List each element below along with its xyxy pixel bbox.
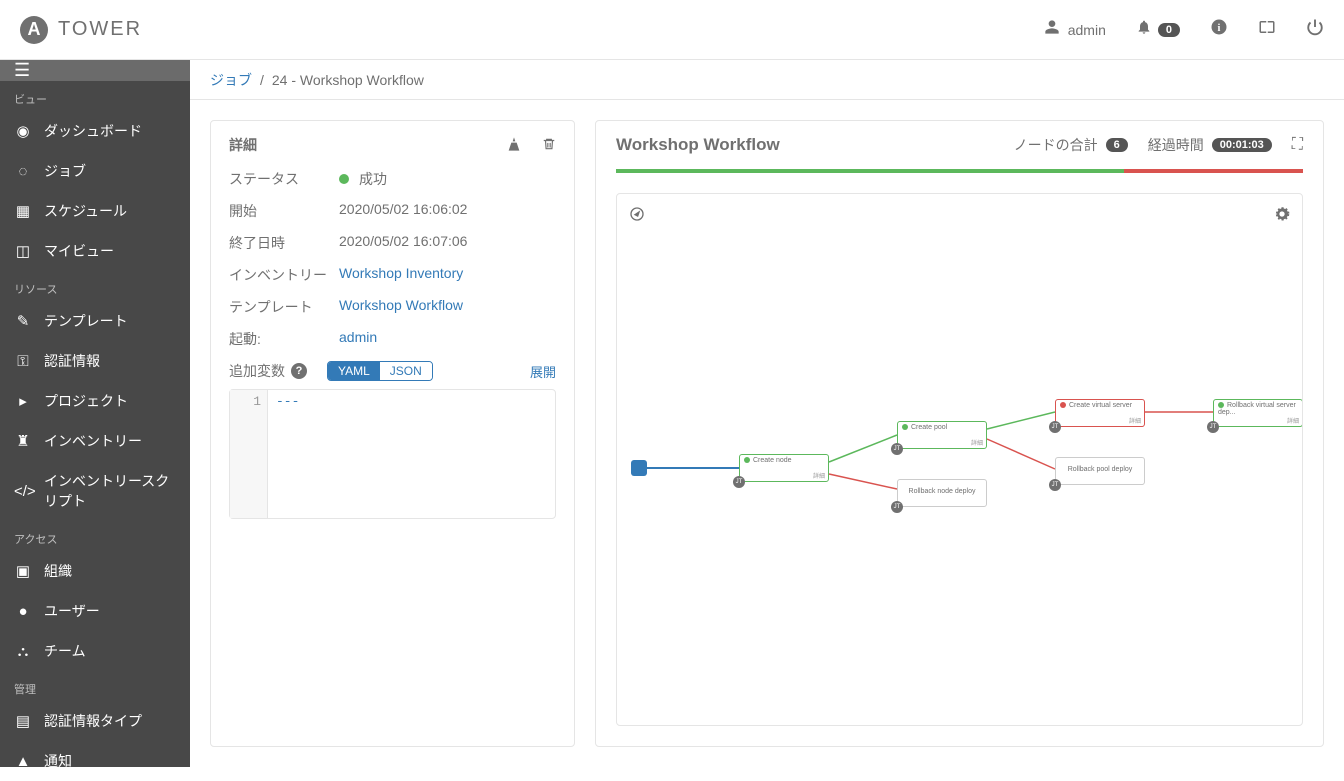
workflow-start-node[interactable]	[631, 460, 647, 476]
brand-logo: A TOWER	[20, 16, 142, 44]
relaunch-icon[interactable]	[506, 136, 522, 155]
edit-icon: ✎	[14, 312, 32, 330]
brand-text: TOWER	[58, 18, 142, 41]
template-label: テンプレート	[229, 297, 339, 317]
status-label: ステータス	[229, 169, 339, 189]
progress-bar	[616, 169, 1303, 173]
sidebar-item-projects[interactable]: ▸プロジェクト	[0, 381, 190, 421]
admin-heading: 管理	[0, 671, 190, 701]
format-toggle: YAML JSON	[327, 361, 433, 381]
resource-heading: リソース	[0, 271, 190, 301]
workflow-node-create-node[interactable]: Create node 詳細	[739, 454, 829, 482]
hamburger-menu[interactable]: ☰	[0, 60, 190, 81]
key-icon: ⚿	[14, 353, 32, 370]
template-link[interactable]: Workshop Workflow	[339, 297, 556, 317]
panel-icon: ◫	[14, 242, 32, 260]
workflow-node-rollback-node[interactable]: Rollback node deploy	[897, 479, 987, 507]
notification-count: 0	[1158, 23, 1180, 37]
help-icon[interactable]: ?	[291, 363, 307, 379]
launched-label: 起動:	[229, 329, 339, 349]
view-heading: ビュー	[0, 81, 190, 111]
sidebar-item-jobs[interactable]: ◌ジョブ	[0, 151, 190, 191]
jt-badge: JT	[891, 443, 903, 455]
gear-icon[interactable]	[1274, 206, 1290, 225]
jt-badge: JT	[1049, 479, 1061, 491]
sidebar-item-inventories[interactable]: ♜インベントリー	[0, 421, 190, 461]
inventory-label: インベントリー	[229, 265, 339, 285]
sidebar-item-teams[interactable]: ⛬チーム	[0, 631, 190, 671]
docs-icon[interactable]	[1258, 18, 1276, 41]
info-icon[interactable]: i	[1210, 18, 1228, 41]
jt-badge: JT	[1207, 421, 1219, 433]
workflow-title: Workshop Workflow	[616, 135, 780, 155]
workflow-canvas[interactable]: Create node 詳細 JT Create pool 詳細 JT Roll…	[616, 193, 1303, 726]
inventory-link[interactable]: Workshop Inventory	[339, 265, 556, 285]
notifications-button[interactable]: 0	[1136, 19, 1180, 40]
username: admin	[1068, 22, 1106, 38]
elapsed-value: 00:01:03	[1212, 138, 1272, 152]
sitemap-icon: ♜	[14, 432, 32, 450]
details-panel: 詳細 ステータス 成功	[210, 120, 575, 747]
sidebar-item-credential-types[interactable]: ▤認証情報タイプ	[0, 701, 190, 741]
fullscreen-icon[interactable]: ⛶	[1292, 136, 1303, 154]
jobs-icon: ◌	[14, 163, 32, 180]
details-title: 詳細	[229, 135, 257, 155]
users-icon: ⛬	[14, 643, 32, 660]
list-icon: ▤	[14, 712, 32, 730]
sidebar-item-templates[interactable]: ✎テンプレート	[0, 301, 190, 341]
delete-icon[interactable]	[542, 136, 556, 155]
status-dot-icon	[339, 174, 349, 184]
end-value: 2020/05/02 16:07:06	[339, 233, 556, 253]
access-heading: アクセス	[0, 521, 190, 551]
extra-vars-label: 追加変数	[229, 361, 285, 381]
workflow-node-rollback-pool[interactable]: Rollback pool deploy	[1055, 457, 1145, 485]
start-label: 開始	[229, 201, 339, 221]
dashboard-icon: ◉	[14, 122, 32, 140]
svg-text:i: i	[1218, 23, 1221, 34]
expand-link[interactable]: 展開	[530, 362, 556, 381]
sidebar-item-credentials[interactable]: ⚿認証情報	[0, 341, 190, 381]
breadcrumb-current: 24 - Workshop Workflow	[272, 72, 424, 88]
breadcrumb: ジョブ / 24 - Workshop Workflow	[190, 60, 1344, 100]
sidebar-item-dashboard[interactable]: ◉ダッシュボード	[0, 111, 190, 151]
calendar-icon: ▦	[14, 202, 32, 220]
user-icon: ●	[14, 603, 32, 620]
jt-badge: JT	[1049, 421, 1061, 433]
sidebar-item-users[interactable]: ●ユーザー	[0, 591, 190, 631]
user-icon	[1044, 19, 1060, 40]
sidebar-item-myview[interactable]: ◫マイビュー	[0, 231, 190, 271]
jt-badge: JT	[891, 501, 903, 513]
building-icon: ▣	[14, 562, 32, 580]
line-number: 1	[230, 390, 268, 518]
elapsed-label: 経過時間	[1148, 135, 1204, 155]
start-value: 2020/05/02 16:06:02	[339, 201, 556, 221]
launched-link[interactable]: admin	[339, 329, 556, 349]
sidebar-item-organizations[interactable]: ▣組織	[0, 551, 190, 591]
sidebar: ☰ ビュー ◉ダッシュボード ◌ジョブ ▦スケジュール ◫マイビュー リソース …	[0, 60, 190, 767]
total-nodes-label: ノードの合計	[1014, 135, 1098, 155]
sidebar-item-inventory-scripts[interactable]: </>インベントリースクリプト	[0, 461, 190, 521]
folder-icon: ▸	[14, 392, 32, 410]
workflow-panel: Workshop Workflow ノードの合計 6 経過時間 00:01:03…	[595, 120, 1324, 747]
logout-icon[interactable]	[1306, 18, 1324, 41]
user-menu[interactable]: admin	[1044, 19, 1106, 40]
json-toggle[interactable]: JSON	[380, 362, 432, 380]
code-editor[interactable]: 1 ---	[229, 389, 556, 519]
sidebar-item-schedules[interactable]: ▦スケジュール	[0, 191, 190, 231]
compass-icon[interactable]	[629, 206, 645, 225]
workflow-node-create-pool[interactable]: Create pool 詳細	[897, 421, 987, 449]
code-icon: </>	[14, 483, 32, 500]
jt-badge: JT	[733, 476, 745, 488]
status-value: 成功	[339, 169, 556, 189]
total-nodes-count: 6	[1106, 138, 1128, 152]
end-label: 終了日時	[229, 233, 339, 253]
code-content: ---	[268, 390, 307, 518]
workflow-node-create-vs[interactable]: Create virtual server 詳細	[1055, 399, 1145, 427]
yaml-toggle[interactable]: YAML	[328, 362, 380, 380]
logo-icon: A	[20, 16, 48, 44]
workflow-node-rollback-vs[interactable]: Rollback virtual server dep... 詳細	[1213, 399, 1303, 427]
bell-icon	[1136, 19, 1152, 40]
breadcrumb-jobs-link[interactable]: ジョブ	[210, 70, 252, 90]
sidebar-item-notifications[interactable]: ▲通知	[0, 741, 190, 781]
